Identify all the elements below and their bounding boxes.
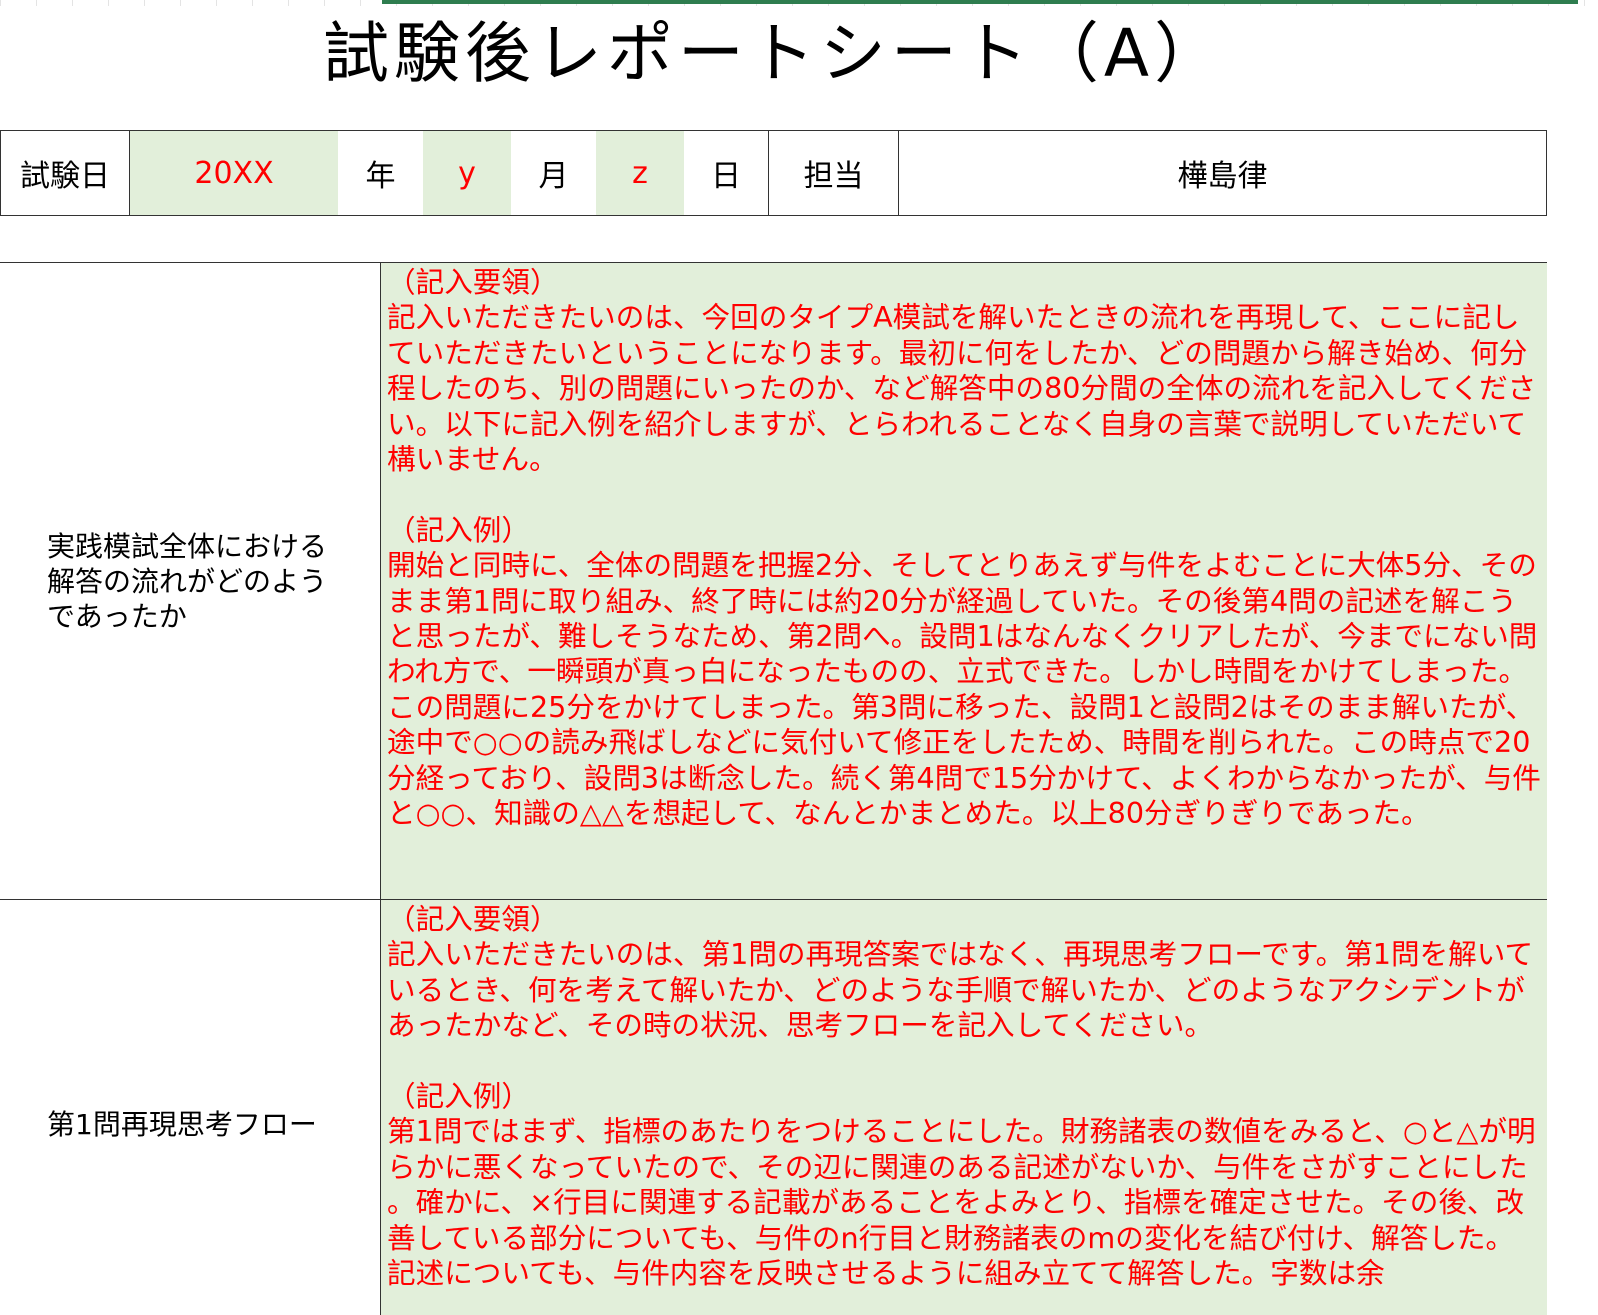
exam-day-cell[interactable]: z <box>596 131 684 215</box>
spreadsheet-sheet: 試験後レポートシート（A） 試験日 20XX 年 y 月 z 日 担当 樺島律 … <box>0 0 1598 1315</box>
exam-date-label[interactable]: 試験日 <box>0 131 130 215</box>
report-table: 実践模試全体における解答の流れがどのようであったか （記入要領） 記入いただきた… <box>0 262 1547 1315</box>
row-content-flow-overview[interactable]: （記入要領） 記入いただきたいのは、今回のタイプA模試を解いたときの流れを再現し… <box>381 263 1547 899</box>
active-cell-indicator <box>382 0 1578 4</box>
row-content-q1-thinking-flow[interactable]: （記入要領） 記入いただきたいのは、第1問の再現答案ではなく、再現思考フローです… <box>381 900 1547 1315</box>
table-row: 実践模試全体における解答の流れがどのようであったか （記入要領） 記入いただきた… <box>0 263 1547 900</box>
guide-text: 記入いただきたいのは、今回のタイプA模試を解いたときの流れを再現して、ここに記し… <box>387 300 1537 477</box>
month-unit-label[interactable]: 月 <box>511 131 596 215</box>
example-heading: （記入例） <box>387 512 530 547</box>
guide-text: 記入いただきたいのは、第1問の再現答案ではなく、再現思考フローです。第1問を解い… <box>387 937 1534 1043</box>
guide-heading: （記入要領） <box>387 902 559 936</box>
row-label-q1-thinking-flow[interactable]: 第1問再現思考フロー <box>0 900 381 1315</box>
row-label-flow-overview[interactable]: 実践模試全体における解答の流れがどのようであったか <box>0 263 381 899</box>
example-text: 開始と同時に、全体の問題を把握2分、そしてとりあえず与件をよむことに大体5分、そ… <box>387 548 1541 831</box>
person-label[interactable]: 担当 <box>769 131 899 215</box>
info-row: 試験日 20XX 年 y 月 z 日 担当 樺島律 <box>0 130 1547 216</box>
exam-year-cell[interactable]: 20XX <box>130 131 338 215</box>
example-heading: （記入例） <box>387 1079 530 1114</box>
day-unit-label[interactable]: 日 <box>684 131 769 215</box>
guide-heading: （記入要領） <box>387 265 559 299</box>
year-unit-label[interactable]: 年 <box>338 131 423 215</box>
sheet-title[interactable]: 試験後レポートシート（A） <box>0 14 1548 94</box>
exam-month-cell[interactable]: y <box>423 131 511 215</box>
person-name-cell[interactable]: 樺島律 <box>899 131 1546 215</box>
example-text: 第1問ではまず、指標のあたりをつけることにした。財務諸表の数値をみると、○と△が… <box>387 1114 1536 1291</box>
table-row: 第1問再現思考フロー （記入要領） 記入いただきたいのは、第1問の再現答案ではな… <box>0 900 1547 1315</box>
